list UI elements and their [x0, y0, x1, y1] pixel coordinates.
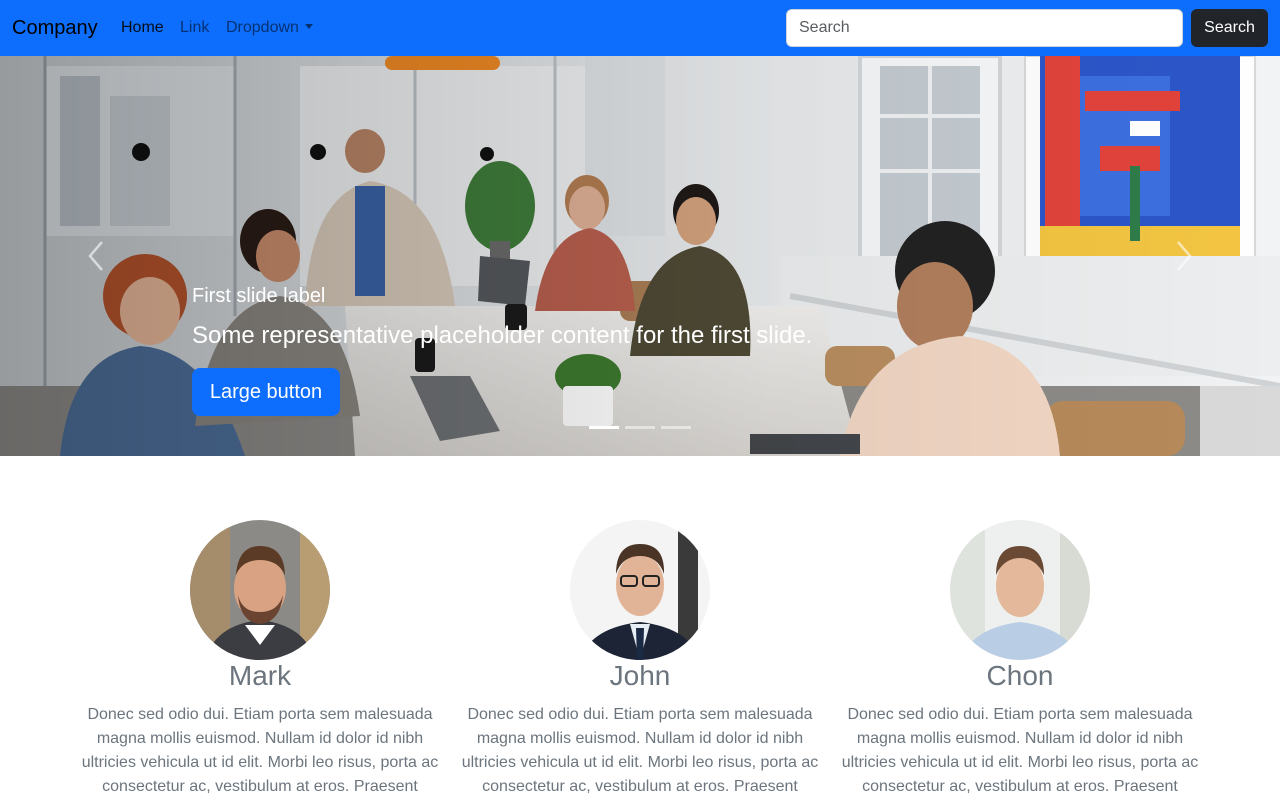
- hero-carousel: First slide label Some representative pl…: [0, 56, 1280, 456]
- team-name: Chon: [986, 660, 1054, 691]
- search-input[interactable]: [786, 9, 1183, 47]
- carousel-prev-button[interactable]: [82, 236, 112, 276]
- team-card: Mark Donec sed odio dui. Etiam porta sem…: [80, 520, 440, 800]
- chevron-right-icon: [1177, 241, 1192, 271]
- navbar: Company Home Link Dropdown Search: [0, 0, 1280, 56]
- caret-down-icon: [304, 24, 313, 29]
- team-card: John Donec sed odio dui. Etiam porta sem…: [460, 520, 820, 800]
- avatar: [570, 520, 710, 660]
- large-button[interactable]: Large button: [192, 368, 340, 416]
- slide-text: Some representative placeholder content …: [192, 322, 813, 349]
- search-button[interactable]: Search: [1191, 9, 1268, 47]
- team-name: Mark: [228, 660, 292, 691]
- nav-dropdown-toggle[interactable]: Dropdown: [226, 17, 313, 39]
- carousel-indicator-3[interactable]: [661, 426, 691, 429]
- nav-link-home[interactable]: Home: [121, 17, 164, 39]
- team-name: John: [609, 660, 671, 691]
- team-bio: Donec sed odio dui. Etiam porta sem male…: [841, 706, 1199, 795]
- team-bio: Donec sed odio dui. Etiam porta sem male…: [461, 706, 819, 795]
- navbar-brand[interactable]: Company: [12, 14, 98, 42]
- nav-dropdown-label: Dropdown: [226, 19, 299, 36]
- chevron-left-icon: [88, 241, 103, 271]
- team-bio: Donec sed odio dui. Etiam porta sem male…: [81, 706, 439, 795]
- carousel-next-button[interactable]: [1168, 236, 1198, 276]
- nav-link-link[interactable]: Link: [180, 17, 209, 39]
- carousel-indicator-2[interactable]: [625, 426, 655, 429]
- team-card: Chon Donec sed odio dui. Etiam porta sem…: [840, 520, 1200, 800]
- carousel-indicator-1[interactable]: [589, 426, 619, 429]
- avatar: [950, 520, 1090, 660]
- avatar: [190, 520, 330, 660]
- slide-title: First slide label: [192, 285, 326, 307]
